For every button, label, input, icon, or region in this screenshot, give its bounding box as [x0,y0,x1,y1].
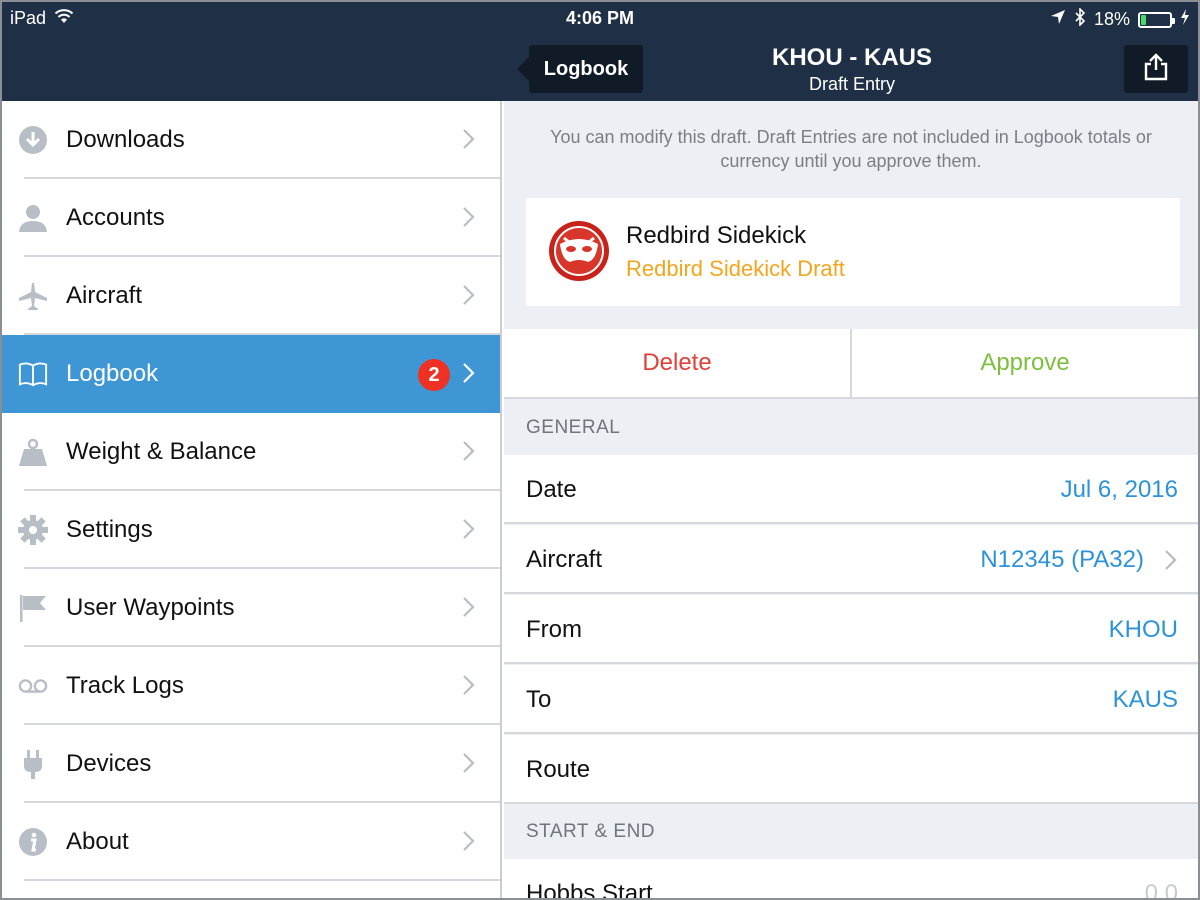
chevron-right-icon [462,284,476,306]
share-icon [1143,52,1169,86]
notification-badge: 2 [418,359,450,391]
book-icon [18,359,48,389]
person-icon [18,203,48,233]
field-value: N12345 (PA32) [980,545,1144,573]
location-arrow-icon [1050,9,1066,30]
chevron-right-icon [462,674,476,696]
row-divider [504,802,1198,804]
redbird-logo-icon [548,220,610,282]
info-icon [18,827,48,857]
nav-title: KHOU - KAUS Draft Entry [702,44,1002,96]
page-title: KHOU - KAUS [772,44,932,71]
top-bar: iPad 4:06 PM 18% Logbook KHOU - KAUS Dra… [2,2,1198,101]
sidebar-item-label: About [66,828,129,855]
share-button[interactable] [1124,45,1188,93]
chevron-right-icon [462,362,476,384]
field-label: From [526,615,582,643]
status-bar: iPad 4:06 PM 18% [2,2,1198,36]
sidebar-item-label: Devices [66,750,152,777]
sidebar-item-label: Weight & Balance [66,438,257,465]
approve-button[interactable]: Approve [852,329,1198,397]
field-row-from[interactable]: From KHOU [504,595,1198,664]
charging-bolt-icon [1180,9,1190,30]
sidebar-item-label: Track Logs [66,672,184,699]
download-icon [18,125,48,155]
sidebar-item-logbook[interactable]: Logbook 2 [2,335,500,413]
row-divider [504,662,1198,664]
battery-percent: 18% [1093,9,1130,29]
sidebar-item-track-logs[interactable]: Track Logs [2,647,500,725]
sidebar: Downloads Accounts Aircraft Logbook 2 Weight … [2,101,502,898]
sidebar-item-weight-balance[interactable]: Weight & Balance [2,413,500,491]
section-header-general: GENERAL [526,417,621,438]
sidebar-item-label: User Waypoints [66,594,235,621]
sidebar-item-label: Aircraft [66,282,143,309]
bluetooth-icon [1074,7,1086,31]
field-label: Aircraft [526,545,603,573]
sidebar-item-user-waypoints[interactable]: User Waypoints [2,569,500,647]
battery-icon [1138,11,1175,28]
chevron-right-icon [1164,549,1177,570]
sidebar-item-accounts[interactable]: Accounts [2,179,500,257]
sidebar-item-label: Settings [66,516,153,543]
draft-notice: You can modify this draft. Draft Entries… [550,127,1152,171]
field-label: Hobbs Start [526,879,653,900]
field-row-hobbs-start[interactable]: Hobbs Start 0.0 [504,859,1198,900]
field-label: Route [526,755,591,783]
source-card: Redbird Sidekick Redbird Sidekick Draft [526,198,1180,306]
page-subtitle: Draft Entry [808,74,896,94]
chevron-right-icon [462,596,476,618]
sidebar-item-about[interactable]: About [2,803,500,881]
sidebar-item-devices[interactable]: Devices [2,725,500,803]
back-button-logbook[interactable]: Logbook [517,45,643,93]
tape-icon [18,671,48,701]
flag-icon [18,593,48,623]
source-name: Redbird Sidekick [626,222,807,249]
action-bar: Delete Approve [504,329,1198,399]
field-row-to[interactable]: To KAUS [504,665,1198,734]
row-divider [504,732,1198,734]
source-draft-label: Redbird Sidekick Draft [626,256,845,281]
section-header-start-end: START & END [526,821,656,842]
sidebar-item-label: Accounts [66,204,165,231]
chevron-right-icon [462,752,476,774]
row-divider [504,522,1198,524]
chevron-right-icon [462,440,476,462]
sidebar-item-downloads[interactable]: Downloads [2,101,500,179]
field-row-aircraft[interactable]: Aircraft N12345 (PA32) [504,525,1198,594]
back-button-label: Logbook [543,57,629,80]
app-frame: iPad 4:06 PM 18% Logbook KHOU - KAUS Dra… [0,0,1200,900]
row-divider [504,592,1198,594]
field-value: 0.0 [1144,879,1178,900]
field-label: To [526,685,552,713]
field-value: Jul 6, 2016 [1060,475,1178,503]
chevron-right-icon [462,128,476,150]
field-label: Date [526,475,577,503]
field-value: KHOU [1108,615,1178,643]
detail-pane: You can modify this draft. Draft Entries… [504,101,1198,900]
sidebar-item-label: Logbook [66,360,159,387]
chevron-right-icon [462,830,476,852]
delete-button[interactable]: Delete [504,329,850,397]
field-row-date[interactable]: Date Jul 6, 2016 [504,455,1198,524]
field-value: KAUS [1112,685,1178,713]
airplane-icon [18,281,48,311]
field-row-route[interactable]: Route [504,735,1198,804]
sidebar-item-settings[interactable]: Settings [2,491,500,569]
row-divider [24,879,500,881]
weight-icon [18,437,48,467]
status-time: 4:06 PM [565,8,635,28]
gear-icon [18,515,48,545]
sidebar-item-label: Downloads [66,126,185,153]
chevron-right-icon [462,206,476,228]
chevron-right-icon [462,518,476,540]
plug-icon [18,749,48,779]
sidebar-item-aircraft[interactable]: Aircraft [2,257,500,335]
